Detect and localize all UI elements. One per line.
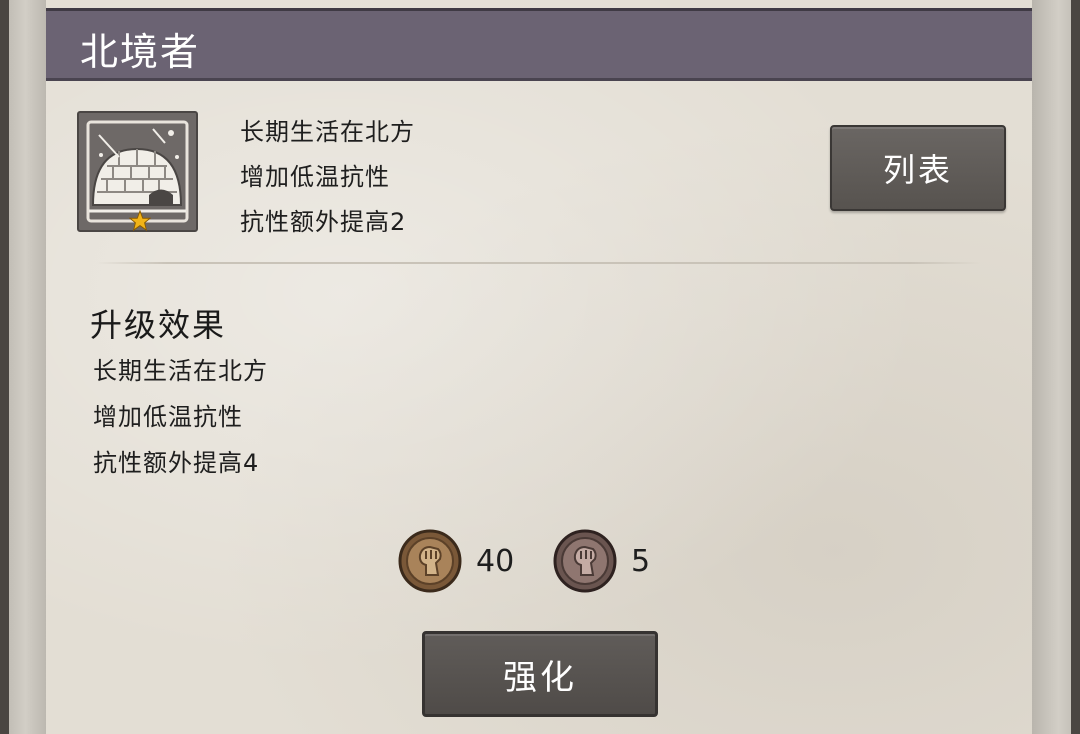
trait-panel: 北境者 长期生活在北方 增加低温抗性 抗性额外提高2 列表 升级效果 长期生活在… <box>46 0 1032 734</box>
cost-amount: 40 <box>476 543 515 579</box>
upgrade-desc-line: 增加低温抗性 <box>93 403 243 431</box>
upgrade-button[interactable]: 强化 <box>422 631 658 717</box>
upgrade-desc-line: 抗性额外提高4 <box>93 449 260 477</box>
upgrade-effect-heading: 升级效果 <box>90 306 227 344</box>
fist-medal-bronze-icon <box>398 529 462 593</box>
trait-icon-frame <box>77 111 198 232</box>
cost-item: 40 <box>398 529 514 593</box>
divider <box>96 262 981 264</box>
trait-desc-line: 长期生活在北方 <box>240 118 415 146</box>
page-title: 北境者 <box>80 30 201 74</box>
trait-desc-line: 增加低温抗性 <box>240 163 390 191</box>
title-bar: 北境者 <box>46 8 1032 81</box>
list-button[interactable]: 列表 <box>830 125 1006 211</box>
upgrade-desc-line: 长期生活在北方 <box>93 357 268 385</box>
trait-desc-line: 抗性额外提高2 <box>240 208 407 236</box>
star-icon <box>129 210 151 232</box>
left-frame <box>0 0 49 734</box>
cost-item: 5 <box>553 529 650 593</box>
fist-medal-dark-icon <box>553 529 617 593</box>
cost-amount: 5 <box>631 543 651 579</box>
right-frame <box>1029 0 1080 734</box>
